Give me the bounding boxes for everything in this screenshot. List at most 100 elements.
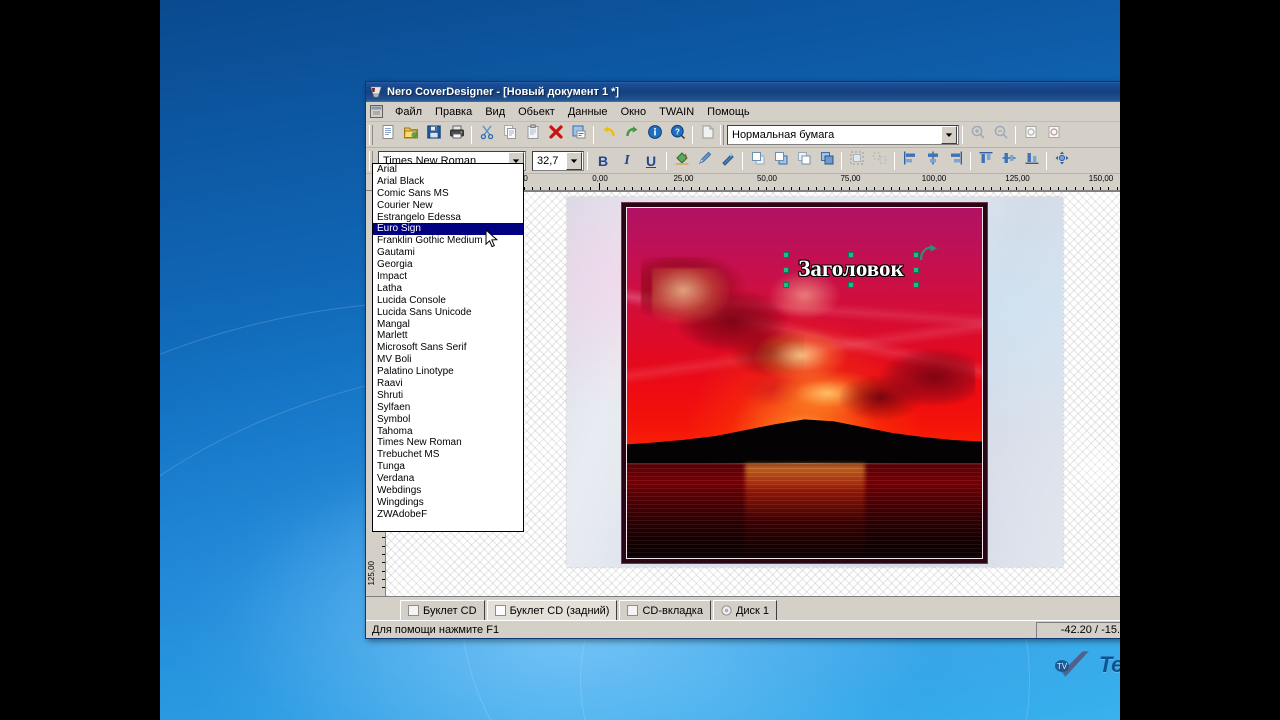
cover-title-text[interactable]: Заголовок <box>789 256 913 282</box>
fit-width-button[interactable] <box>1042 124 1065 146</box>
paper-type-combo[interactable]: Нормальная бумага <box>727 124 959 145</box>
font-option[interactable]: Verdana <box>373 473 523 485</box>
selected-text-object[interactable]: Заголовок <box>783 244 937 288</box>
font-option[interactable]: Wingdings <box>373 497 523 509</box>
help-search-button[interactable]: ? <box>666 124 689 146</box>
send-to-back-button[interactable] <box>815 150 838 172</box>
italic-button[interactable]: I <box>615 150 639 172</box>
pen-color-button[interactable] <box>693 150 716 172</box>
effects-button[interactable] <box>716 150 739 172</box>
tab-cd-inlay[interactable]: CD-вкладка <box>619 600 711 620</box>
cut-button[interactable] <box>475 124 498 146</box>
sunset-photo[interactable]: Заголовок <box>626 207 983 559</box>
align-top-button[interactable] <box>974 150 997 172</box>
align-right-button[interactable] <box>944 150 967 172</box>
font-option[interactable]: Lucida Console <box>373 295 523 307</box>
resize-handle-bottom-center[interactable] <box>848 282 854 288</box>
font-option[interactable]: Trebuchet MS <box>373 449 523 461</box>
font-option[interactable]: Impact <box>373 271 523 283</box>
font-option[interactable]: Webdings <box>373 485 523 497</box>
menu-file[interactable]: Файл <box>389 104 428 120</box>
font-option[interactable]: Comic Sans MS <box>373 188 523 200</box>
underline-button[interactable]: U <box>639 150 663 172</box>
tab-cd-booklet-back[interactable]: Буклет CD (задний) <box>486 600 618 620</box>
resize-handle-bottom-left[interactable] <box>783 282 789 288</box>
zoom-out-button[interactable] <box>989 124 1012 146</box>
align-bottom-button[interactable] <box>1020 150 1043 172</box>
group-button[interactable] <box>845 150 868 172</box>
font-option[interactable]: Courier New <box>373 200 523 212</box>
menu-twain[interactable]: TWAIN <box>653 104 700 120</box>
title-bar[interactable]: Nero CoverDesigner - [Новый документ 1 *… <box>366 82 1120 102</box>
font-option[interactable]: Latha <box>373 283 523 295</box>
font-option[interactable]: Tunga <box>373 461 523 473</box>
fit-page-button[interactable] <box>1019 124 1042 146</box>
font-option[interactable]: MV Boli <box>373 354 523 366</box>
font-option[interactable]: Symbol <box>373 414 523 426</box>
preview-button[interactable] <box>696 124 719 146</box>
print-document-button[interactable] <box>445 124 468 146</box>
chevron-down-icon[interactable] <box>941 125 957 144</box>
menu-help[interactable]: Помощь <box>701 104 756 120</box>
delete-button[interactable] <box>544 124 567 146</box>
font-option[interactable]: Times New Roman <box>373 437 523 449</box>
properties-button[interactable] <box>567 124 590 146</box>
font-option[interactable]: Sylfaen <box>373 402 523 414</box>
menu-edit[interactable]: Правка <box>429 104 478 120</box>
bring-forward-button[interactable] <box>769 150 792 172</box>
cover-artwork-frame[interactable]: Заголовок <box>622 203 987 563</box>
resize-handle-middle-left[interactable] <box>783 267 789 273</box>
tab-disc-1[interactable]: Диск 1 <box>712 600 778 620</box>
font-option[interactable]: Estrangelo Edessa <box>373 212 523 224</box>
cover-sheet[interactable]: Заголовок <box>567 197 1063 567</box>
font-option[interactable]: Marlett <box>373 330 523 342</box>
ungroup-button[interactable] <box>868 150 891 172</box>
font-option[interactable]: Lucida Sans Unicode <box>373 307 523 319</box>
tab-cd-booklet[interactable]: Буклет CD <box>400 600 485 620</box>
align-center-h-button[interactable] <box>921 150 944 172</box>
center-on-page-button[interactable] <box>1050 150 1073 172</box>
font-option[interactable]: Euro Sign <box>373 223 523 236</box>
save-document-button[interactable] <box>422 124 445 146</box>
font-option[interactable]: Microsoft Sans Serif <box>373 342 523 354</box>
font-option[interactable]: Gautami <box>373 247 523 259</box>
align-left-button[interactable] <box>898 150 921 172</box>
info-button[interactable] <box>643 124 666 146</box>
document-window-icon[interactable] <box>369 104 384 119</box>
bring-to-front-button[interactable] <box>746 150 769 172</box>
align-middle-v-button[interactable] <box>997 150 1020 172</box>
font-size-combo[interactable]: 32,7 <box>532 150 584 171</box>
undo-button[interactable] <box>597 124 620 146</box>
font-option[interactable]: Tahoma <box>373 426 523 438</box>
copy-button[interactable] <box>498 124 521 146</box>
redo-button[interactable] <box>620 124 643 146</box>
resize-handle-top-left[interactable] <box>783 252 789 258</box>
resize-handle-middle-right[interactable] <box>913 267 919 273</box>
zoom-in-button[interactable] <box>966 124 989 146</box>
send-backward-button[interactable] <box>792 150 815 172</box>
resize-handle-top-center[interactable] <box>848 252 854 258</box>
font-option[interactable]: Palatino Linotype <box>373 366 523 378</box>
resize-handle-bottom-right[interactable] <box>913 282 919 288</box>
toolbar-grip[interactable] <box>369 124 373 145</box>
fill-color-button[interactable] <box>670 150 693 172</box>
chevron-down-icon[interactable] <box>566 151 582 170</box>
font-option[interactable]: Arial Black <box>373 176 523 188</box>
font-option[interactable]: Raavi <box>373 378 523 390</box>
font-option[interactable]: Franklin Gothic Medium <box>373 235 523 247</box>
paste-button[interactable] <box>521 124 544 146</box>
font-option[interactable]: Mangal <box>373 319 523 331</box>
font-option[interactable]: Georgia <box>373 259 523 271</box>
font-option[interactable]: ZWAdobeF <box>373 509 523 521</box>
menu-data[interactable]: Данные <box>562 104 614 120</box>
font-option[interactable]: Arial <box>373 164 523 176</box>
bold-button[interactable]: B <box>591 150 615 172</box>
font-option[interactable]: Shruti <box>373 390 523 402</box>
font-name-dropdown-list[interactable]: Arial Arial Black Comic Sans MS Courier New… <box>372 163 524 532</box>
menu-view[interactable]: Вид <box>479 104 511 120</box>
menu-object[interactable]: Обьект <box>512 104 561 120</box>
menu-window[interactable]: Окно <box>615 104 653 120</box>
open-document-button[interactable] <box>399 124 422 146</box>
toolbar-grip[interactable] <box>720 124 724 145</box>
new-document-button[interactable] <box>376 124 399 146</box>
